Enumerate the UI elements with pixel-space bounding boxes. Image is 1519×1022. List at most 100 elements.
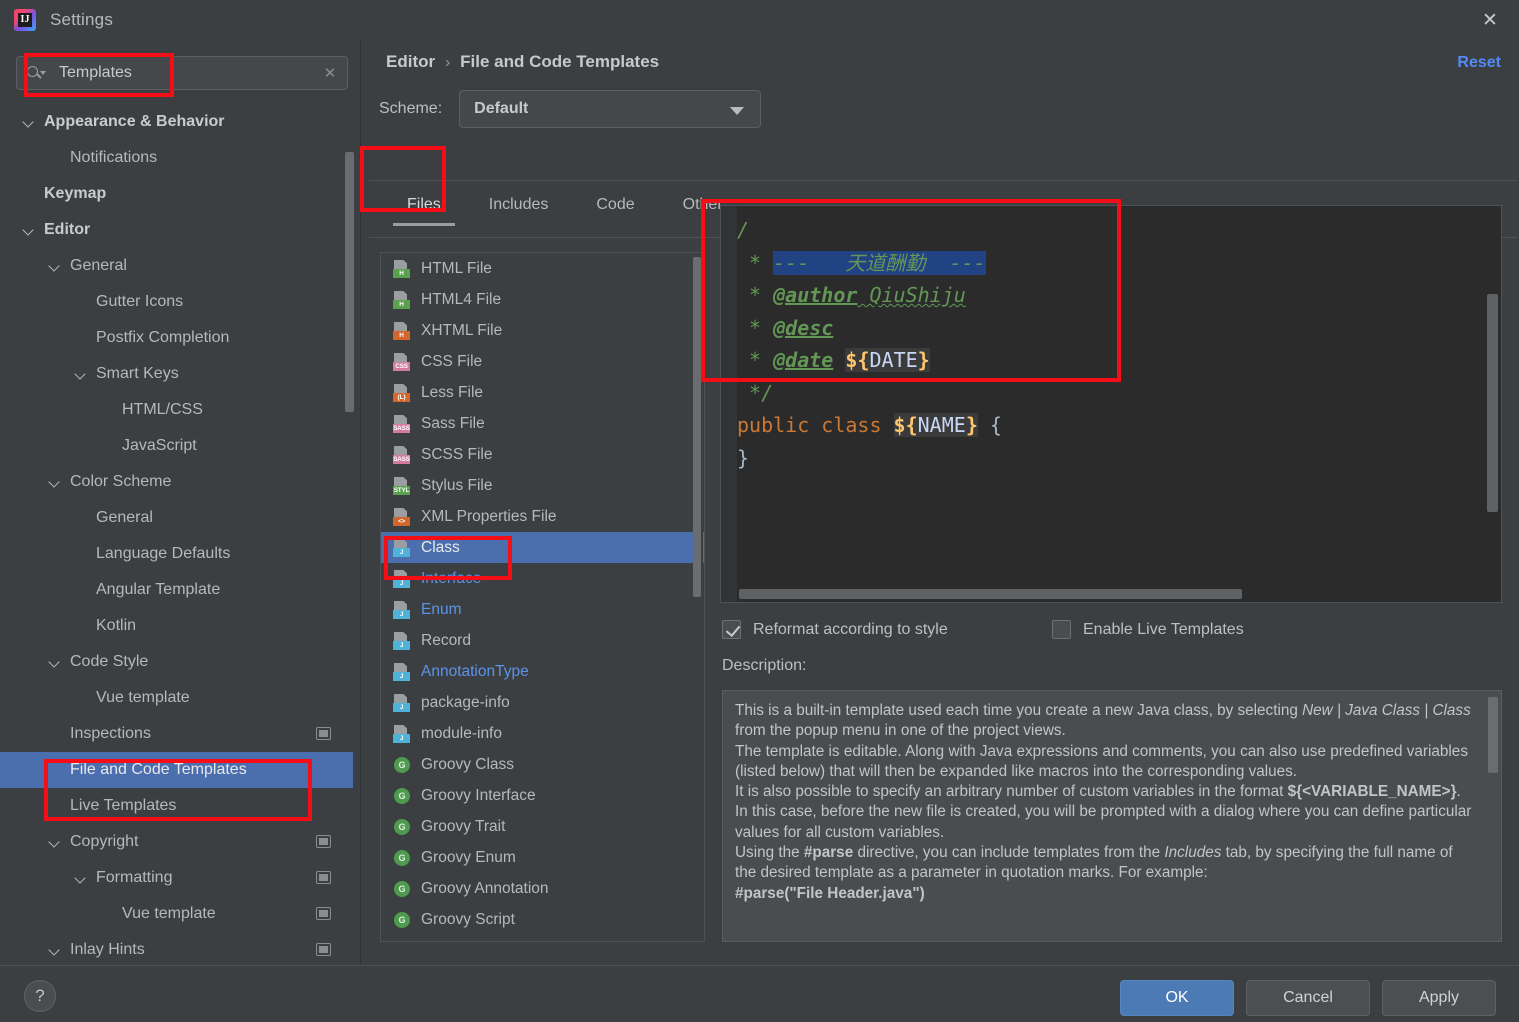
file-template-row[interactable]: STYL Stylus File (381, 470, 704, 501)
sidebar-item-vue-template[interactable]: Vue template (0, 680, 353, 716)
sidebar-item-language-defaults[interactable]: Language Defaults (0, 536, 353, 572)
sidebar-scrollbar[interactable] (345, 152, 354, 412)
template-tabs[interactable]: Files Includes Code Other (383, 188, 747, 226)
close-icon[interactable]: ✕ (1473, 4, 1507, 36)
sidebar-item-general[interactable]: General (0, 500, 353, 536)
chevron-down-icon[interactable] (48, 475, 62, 489)
editor-horizontal-scrollbar[interactable] (739, 589, 1242, 599)
chevron-down-icon[interactable] (48, 655, 62, 669)
sidebar-item-label: Postfix Completion (96, 329, 230, 346)
template-code-editor[interactable]: / * --- 天道酬勤 --- * @author QiuShiju * @d… (720, 205, 1502, 603)
sidebar-item-live-templates[interactable]: Live Templates (0, 788, 353, 824)
sidebar-item-formatting[interactable]: Formatting (0, 860, 353, 896)
chevron-down-icon (730, 107, 745, 115)
clear-icon[interactable]: ✕ (313, 57, 347, 89)
search-input[interactable] (47, 64, 313, 82)
sidebar-item-editor[interactable]: Editor (0, 212, 353, 248)
breadcrumb-parent[interactable]: Editor (386, 52, 435, 72)
settings-tree[interactable]: Appearance & Behavior Notifications Keymap… (0, 104, 353, 964)
chevron-down-icon[interactable] (48, 943, 62, 957)
file-list-scrollbar[interactable] (693, 254, 703, 941)
tab-files[interactable]: Files (383, 188, 465, 226)
file-template-row[interactable]: J Enum (381, 594, 704, 625)
file-template-label: Interface (421, 569, 482, 587)
template-code-content[interactable]: / * --- 天道酬勤 --- * @author QiuShiju * @d… (737, 214, 1487, 584)
file-template-row[interactable]: H HTML4 File (381, 284, 704, 315)
cancel-button[interactable]: Cancel (1246, 980, 1370, 1016)
file-template-row[interactable]: H XHTML File (381, 315, 704, 346)
file-template-row[interactable]: G Groovy Interface (381, 780, 704, 811)
file-template-row[interactable]: J AnnotationType (381, 656, 704, 687)
file-template-label: Sass File (421, 414, 485, 432)
apply-button[interactable]: Apply (1382, 980, 1496, 1016)
sidebar-item-javascript[interactable]: JavaScript (0, 428, 353, 464)
sidebar-item-file-and-code-templates[interactable]: File and Code Templates (0, 752, 353, 788)
java-record-icon: J (393, 631, 411, 650)
chevron-down-icon[interactable] (22, 223, 36, 237)
java-iface-icon: J (393, 569, 411, 588)
template-file-list[interactable]: H HTML File H HTML4 File H XHTML File CSS CSS F… (380, 252, 705, 942)
sidebar-item-kotlin[interactable]: Kotlin (0, 608, 353, 644)
description-scrollbar[interactable] (1488, 697, 1498, 773)
file-template-row[interactable]: G Groovy Trait (381, 811, 704, 842)
project-scope-icon (316, 835, 331, 848)
sidebar-item-label: Inlay Hints (70, 941, 145, 958)
reformat-according-to-style-option[interactable]: Reformat according to style (722, 620, 1052, 639)
file-template-row[interactable]: G Groovy Annotation (381, 873, 704, 904)
file-template-row[interactable]: SASS SCSS File (381, 439, 704, 470)
chevron-down-icon[interactable] (22, 115, 36, 129)
chevron-down-icon[interactable] (74, 871, 88, 885)
tab-code[interactable]: Code (572, 188, 658, 226)
chevron-down-icon[interactable] (48, 835, 62, 849)
file-template-row[interactable]: Jpackage-info (381, 687, 704, 718)
sidebar-item-color-scheme[interactable]: Color Scheme (0, 464, 353, 500)
help-button[interactable]: ? (24, 980, 56, 1012)
sidebar-item-vue-template[interactable]: Vue template (0, 896, 353, 932)
file-template-row[interactable]: G Groovy Script (381, 904, 704, 935)
file-template-row[interactable]: J Class (381, 532, 704, 563)
html-file-icon: H (393, 259, 411, 278)
sidebar-item-notifications[interactable]: Notifications (0, 140, 353, 176)
sidebar-item-general[interactable]: General (0, 248, 353, 284)
file-template-row[interactable]: CSS CSS File (381, 346, 704, 377)
file-template-row[interactable]: G Groovy Enum (381, 842, 704, 873)
reformat-checkbox[interactable] (722, 620, 741, 639)
file-template-label: Groovy Class (421, 755, 515, 773)
chevron-down-icon[interactable] (48, 259, 62, 273)
sidebar-item-keymap[interactable]: Keymap (0, 176, 353, 212)
sidebar-item-inlay-hints[interactable]: Inlay Hints (0, 932, 353, 964)
live-templates-checkbox[interactable] (1052, 620, 1071, 639)
file-template-row[interactable]: G Groovy Class (381, 749, 704, 780)
file-template-row[interactable]: J Interface (381, 563, 704, 594)
scheme-dropdown[interactable]: Default (459, 90, 762, 128)
file-template-row[interactable]: <> XML Properties File (381, 501, 704, 532)
sidebar-item-code-style[interactable]: Code Style (0, 644, 353, 680)
sidebar-item-appearance-behavior[interactable]: Appearance & Behavior (0, 104, 353, 140)
file-template-row[interactable]: Jmodule-info (381, 718, 704, 749)
java-pkg-icon: J (393, 693, 411, 712)
editor-vertical-scrollbar[interactable] (1487, 294, 1498, 512)
file-template-label: Groovy Enum (421, 848, 516, 866)
chevron-down-icon[interactable] (74, 367, 88, 381)
ok-button[interactable]: OK (1120, 980, 1234, 1016)
sidebar-item-smart-keys[interactable]: Smart Keys (0, 356, 353, 392)
search-field[interactable]: ✕ (16, 56, 348, 90)
sidebar-item-inspections[interactable]: Inspections (0, 716, 353, 752)
sidebar-item-angular-template[interactable]: Angular Template (0, 572, 353, 608)
tab-includes[interactable]: Includes (465, 188, 573, 226)
sidebar-item-html-css[interactable]: HTML/CSS (0, 392, 353, 428)
file-template-label: HTML File (421, 259, 492, 277)
search-icon[interactable] (25, 63, 47, 83)
file-template-row[interactable]: J Record (381, 625, 704, 656)
enable-live-templates-option[interactable]: Enable Live Templates (1052, 620, 1244, 639)
sidebar-item-gutter-icons[interactable]: Gutter Icons (0, 284, 353, 320)
file-list-scroll-thumb[interactable] (693, 257, 701, 597)
sidebar-item-label: Vue template (122, 905, 216, 922)
groovy-icon: G (393, 880, 411, 898)
sidebar-item-postfix-completion[interactable]: Postfix Completion (0, 320, 353, 356)
reset-link[interactable]: Reset (1457, 54, 1501, 72)
file-template-row[interactable]: H HTML File (381, 253, 704, 284)
sidebar-item-copyright[interactable]: Copyright (0, 824, 353, 860)
file-template-row[interactable]: SASS Sass File (381, 408, 704, 439)
file-template-row[interactable]: {L} Less File (381, 377, 704, 408)
